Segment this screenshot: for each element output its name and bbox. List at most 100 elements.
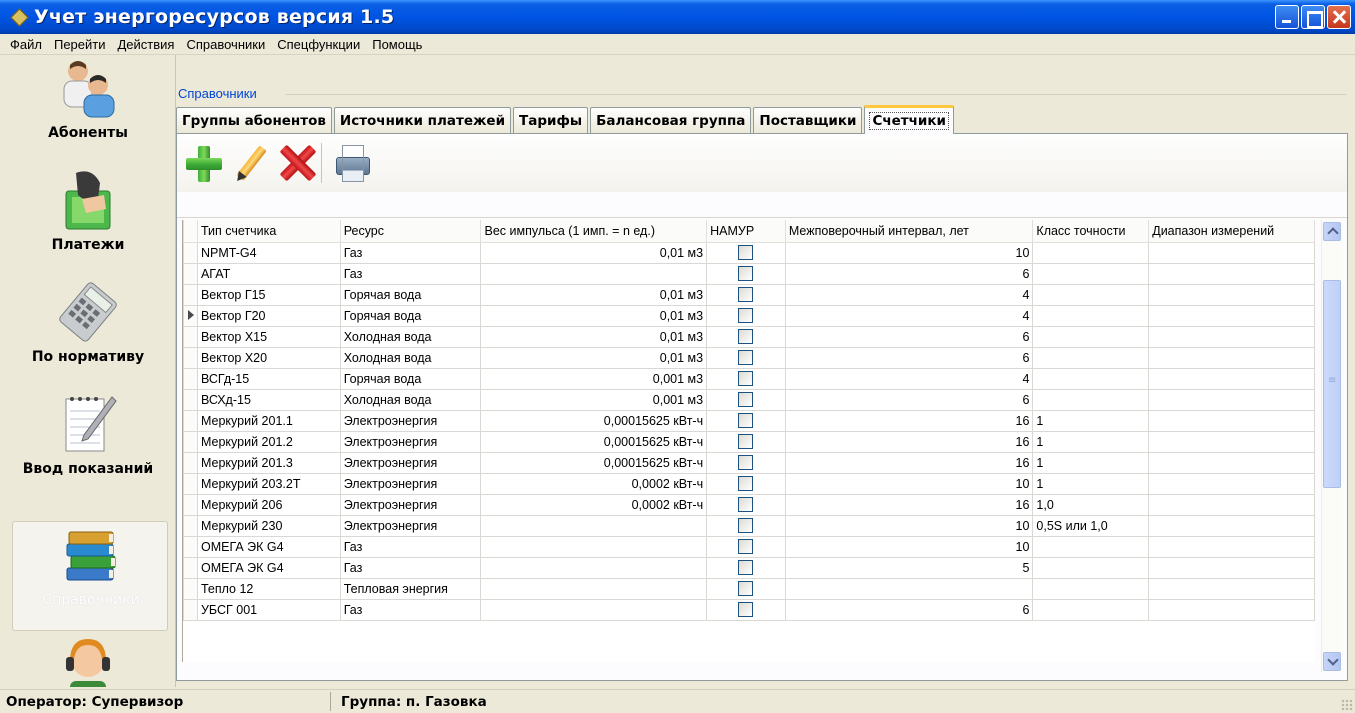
table-cell[interactable]: Газ <box>339 241 482 264</box>
table-cell[interactable]: 1 <box>1032 451 1150 474</box>
table-cell[interactable]: 6 <box>784 598 1034 621</box>
table-cell[interactable]: Газ <box>339 556 482 579</box>
table-row[interactable]: Меркурий 206 Электроэнергия 0,0002 кВт-ч 16… <box>183 493 1315 516</box>
namur-checkbox-cell[interactable] <box>706 577 786 600</box>
table-cell[interactable]: Меркурий 201.3 <box>196 451 341 474</box>
col-verification-interval[interactable]: Межповерочный интервал, лет <box>784 220 1034 243</box>
add-icon[interactable] <box>181 140 227 186</box>
table-cell[interactable]: 0,01 м3 <box>480 346 708 369</box>
table-cell[interactable]: Тепло 12 <box>196 577 341 600</box>
scroll-down-button[interactable] <box>1323 652 1341 671</box>
close-button[interactable] <box>1327 5 1351 29</box>
row-selector[interactable] <box>183 304 198 327</box>
row-selector[interactable] <box>183 493 198 516</box>
menu-references[interactable]: Справочники <box>180 37 271 52</box>
table-cell[interactable]: Электроэнергия <box>339 514 482 537</box>
table-cell[interactable] <box>1148 388 1315 411</box>
table-cell[interactable]: 0,01 м3 <box>480 325 708 348</box>
row-selector[interactable] <box>183 451 198 474</box>
table-cell[interactable] <box>480 598 708 621</box>
table-cell[interactable]: 0,001 м3 <box>480 367 708 390</box>
col-accuracy-class[interactable]: Класс точности <box>1032 220 1150 243</box>
table-cell[interactable]: 16 <box>784 451 1034 474</box>
table-cell[interactable] <box>1032 241 1150 264</box>
table-cell[interactable] <box>480 514 708 537</box>
table-cell[interactable] <box>1148 367 1315 390</box>
table-cell[interactable]: Электроэнергия <box>339 472 482 495</box>
table-cell[interactable]: 4 <box>784 367 1034 390</box>
table-cell[interactable] <box>1148 535 1315 558</box>
table-cell[interactable] <box>1032 388 1150 411</box>
namur-checkbox-cell[interactable] <box>706 367 786 390</box>
namur-checkbox-cell[interactable] <box>706 283 786 306</box>
namur-checkbox-cell[interactable] <box>706 472 786 495</box>
menu-special[interactable]: Спецфункции <box>271 37 366 52</box>
table-cell[interactable] <box>480 556 708 579</box>
table-cell[interactable]: УБСГ 001 <box>196 598 341 621</box>
table-cell[interactable]: 16 <box>784 493 1034 516</box>
row-selector[interactable] <box>183 598 198 621</box>
namur-checkbox[interactable] <box>738 266 754 282</box>
table-cell[interactable] <box>1148 304 1315 327</box>
table-cell[interactable]: 1 <box>1032 430 1150 453</box>
table-row[interactable]: ОМЕГА ЭК G4 Газ 10 <box>183 535 1315 558</box>
row-selector[interactable] <box>183 283 198 306</box>
table-cell[interactable] <box>1148 493 1315 516</box>
table-cell[interactable]: Меркурий 203.2Т <box>196 472 341 495</box>
namur-checkbox[interactable] <box>738 308 754 324</box>
col-measurement-range[interactable]: Диапазон измерений <box>1148 220 1315 243</box>
nav-normative[interactable]: По нормативу <box>0 279 175 389</box>
table-cell[interactable]: 4 <box>784 304 1034 327</box>
tab-tariffs[interactable]: Тарифы <box>513 107 589 133</box>
namur-checkbox-cell[interactable] <box>706 241 786 264</box>
namur-checkbox[interactable] <box>738 413 754 429</box>
table-row[interactable]: Меркурий 201.2 Электроэнергия 0,00015625 к… <box>183 430 1315 453</box>
nav-references[interactable]: Справочники <box>12 521 168 631</box>
table-cell[interactable] <box>1148 514 1315 537</box>
nav-readings[interactable]: Ввод показаний <box>0 391 175 501</box>
resize-grip[interactable] <box>1341 699 1353 711</box>
table-cell[interactable]: 5 <box>784 556 1034 579</box>
table-cell[interactable]: Горячая вода <box>339 367 482 390</box>
namur-checkbox[interactable] <box>738 518 754 534</box>
table-cell[interactable] <box>480 577 708 600</box>
table-cell[interactable]: ОМЕГА ЭК G4 <box>196 535 341 558</box>
table-cell[interactable] <box>1148 451 1315 474</box>
table-cell[interactable] <box>1032 556 1150 579</box>
table-cell[interactable] <box>784 577 1034 600</box>
row-selector[interactable] <box>183 472 198 495</box>
menu-file[interactable]: Файл <box>4 37 48 52</box>
table-cell[interactable]: Меркурий 230 <box>196 514 341 537</box>
table-cell[interactable]: Газ <box>339 535 482 558</box>
namur-checkbox[interactable] <box>738 434 754 450</box>
tab-balance-group[interactable]: Балансовая группа <box>590 107 752 133</box>
delete-icon[interactable] <box>273 140 319 186</box>
table-cell[interactable]: АГАТ <box>196 262 341 285</box>
row-selector[interactable] <box>183 367 198 390</box>
table-cell[interactable]: 0,01 м3 <box>480 304 708 327</box>
table-cell[interactable] <box>1032 325 1150 348</box>
table-cell[interactable] <box>1148 556 1315 579</box>
table-row[interactable]: Меркурий 203.2Т Электроэнергия 0,0002 кВт-… <box>183 472 1315 495</box>
tab-subscriber-groups[interactable]: Группы абонентов <box>176 107 332 133</box>
table-cell[interactable]: 10 <box>784 514 1034 537</box>
table-row[interactable]: Вектор Х20 Холодная вода 0,01 м3 6 <box>183 346 1315 369</box>
tab-suppliers[interactable]: Поставщики <box>753 107 863 133</box>
table-row[interactable]: Тепло 12 Тепловая энергия <box>183 577 1315 600</box>
namur-checkbox-cell[interactable] <box>706 598 786 621</box>
scroll-up-button[interactable] <box>1323 222 1341 241</box>
table-cell[interactable]: 6 <box>784 388 1034 411</box>
menu-go[interactable]: Перейти <box>48 37 112 52</box>
table-cell[interactable]: 1 <box>1032 472 1150 495</box>
table-cell[interactable] <box>480 535 708 558</box>
namur-checkbox-cell[interactable] <box>706 493 786 516</box>
row-selector[interactable] <box>183 556 198 579</box>
table-row[interactable]: NPMT-G4 Газ 0,01 м3 10 <box>183 241 1315 264</box>
table-row[interactable]: ВСХд-15 Холодная вода 0,001 м3 6 <box>183 388 1315 411</box>
table-cell[interactable]: Меркурий 206 <box>196 493 341 516</box>
col-meter-type[interactable]: Тип счетчика <box>196 220 341 243</box>
table-cell[interactable]: Горячая вода <box>339 283 482 306</box>
col-namur[interactable]: НАМУР <box>706 220 786 243</box>
table-cell[interactable]: ОМЕГА ЭК G4 <box>196 556 341 579</box>
row-selector[interactable] <box>183 514 198 537</box>
